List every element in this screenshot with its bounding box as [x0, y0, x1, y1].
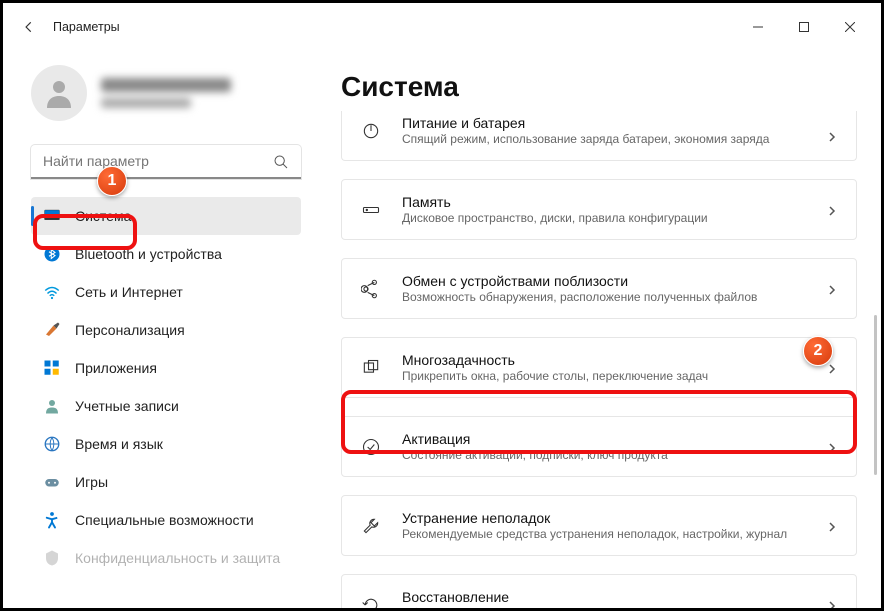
sidebar-item-personalization[interactable]: Персонализация [31, 311, 301, 349]
minimize-button[interactable] [735, 11, 781, 43]
multitask-icon [360, 357, 382, 379]
card-troubleshoot[interactable]: Устранение неполадок Рекомендуемые средс… [341, 495, 857, 556]
sidebar-item-time[interactable]: Время и язык [31, 425, 301, 463]
titlebar: Параметры [3, 3, 881, 51]
card-sub: Спящий режим, использование заряда батар… [402, 132, 806, 146]
search-container [31, 145, 301, 179]
system-icon [43, 207, 61, 225]
sidebar-item-label: Система [75, 208, 131, 224]
back-button[interactable] [11, 9, 47, 45]
gamepad-icon [43, 473, 61, 491]
card-sub: Дисковое пространство, диски, правила ко… [402, 211, 806, 225]
accessibility-icon [43, 511, 61, 529]
share-icon [360, 278, 382, 300]
wifi-icon [43, 283, 61, 301]
main-panel: Система Питание и батарея Спящий режим, … [313, 51, 881, 608]
card-power[interactable]: Питание и батарея Спящий режим, использо… [341, 111, 857, 161]
card-sub: Состояние активации, подписки, ключ прод… [402, 448, 806, 462]
person-icon [43, 397, 61, 415]
card-multitasking[interactable]: Многозадачность Прикрепить окна, рабочие… [341, 337, 857, 398]
storage-icon [360, 199, 382, 221]
card-title: Питание и батарея [402, 115, 806, 131]
checkmark-circle-icon [360, 436, 382, 458]
close-button[interactable] [827, 11, 873, 43]
sidebar-item-system[interactable]: Система [31, 197, 301, 235]
bluetooth-icon [43, 245, 61, 263]
globe-clock-icon [43, 435, 61, 453]
sidebar-item-accounts[interactable]: Учетные записи [31, 387, 301, 425]
card-title: Обмен с устройствами поблизости [402, 273, 806, 289]
sidebar-item-bluetooth[interactable]: Bluetooth и устройства [31, 235, 301, 273]
sidebar-item-label: Время и язык [75, 436, 163, 452]
card-activation[interactable]: Активация Состояние активации, подписки,… [341, 416, 857, 477]
card-recovery[interactable]: Восстановление Сброс, расширенные параме… [341, 574, 857, 608]
card-sub: Прикрепить окна, рабочие столы, переключ… [402, 369, 806, 383]
chevron-right-icon [826, 130, 838, 142]
search-input[interactable] [31, 145, 301, 179]
sidebar-item-label: Игры [75, 474, 108, 490]
window-controls [735, 11, 873, 43]
sidebar-item-network[interactable]: Сеть и Интернет [31, 273, 301, 311]
sidebar-item-accessibility[interactable]: Специальные возможности [31, 501, 301, 539]
scrollbar[interactable] [874, 315, 877, 475]
brush-icon [43, 321, 61, 339]
chevron-right-icon [826, 283, 838, 295]
card-title: Восстановление [402, 589, 806, 605]
chevron-right-icon [826, 204, 838, 216]
user-info [101, 78, 231, 108]
sidebar-item-label: Сеть и Интернет [75, 284, 183, 300]
annotation-callout-2: 2 [803, 336, 833, 366]
chevron-right-icon [826, 441, 838, 453]
card-storage[interactable]: Память Дисковое пространство, диски, пра… [341, 179, 857, 240]
sidebar-item-label: Учетные записи [75, 398, 179, 414]
chevron-right-icon [826, 520, 838, 532]
card-title: Память [402, 194, 806, 210]
annotation-callout-1: 1 [97, 166, 127, 196]
page-title: Система [341, 71, 857, 103]
sidebar: Система Bluetooth и устройства Сеть и Ин… [3, 51, 313, 608]
user-block[interactable] [31, 65, 301, 121]
card-title: Активация [402, 431, 806, 447]
maximize-button[interactable] [781, 11, 827, 43]
chevron-right-icon [826, 599, 838, 609]
sidebar-item-label: Персонализация [75, 322, 185, 338]
card-nearby-sharing[interactable]: Обмен с устройствами поблизости Возможно… [341, 258, 857, 319]
sidebar-item-gaming[interactable]: Игры [31, 463, 301, 501]
sidebar-item-label: Специальные возможности [75, 512, 254, 528]
card-sub: Возможность обнаружения, расположение по… [402, 290, 806, 304]
card-sub: Сброс, расширенные параметры запуска, ве… [402, 606, 806, 608]
sidebar-item-apps[interactable]: Приложения [31, 349, 301, 387]
back-icon [22, 20, 36, 34]
avatar-icon [41, 75, 77, 111]
maximize-icon [799, 22, 809, 32]
shield-icon [43, 549, 61, 567]
wrench-icon [360, 515, 382, 537]
sidebar-item-label: Приложения [75, 360, 157, 376]
sidebar-item-label: Конфиденциальность и защита [75, 550, 280, 566]
avatar [31, 65, 87, 121]
chevron-right-icon [826, 362, 838, 374]
card-title: Многозадачность [402, 352, 806, 368]
card-title: Устранение неполадок [402, 510, 806, 526]
minimize-icon [753, 22, 763, 32]
search-icon [273, 154, 289, 170]
apps-icon [43, 359, 61, 377]
recovery-icon [360, 594, 382, 609]
card-sub: Рекомендуемые средства устранения непола… [402, 527, 806, 541]
sidebar-item-privacy[interactable]: Конфиденциальность и защита [31, 539, 301, 577]
close-icon [845, 22, 855, 32]
sidebar-item-label: Bluetooth и устройства [75, 246, 222, 262]
window-title: Параметры [53, 20, 120, 34]
power-icon [360, 120, 382, 142]
